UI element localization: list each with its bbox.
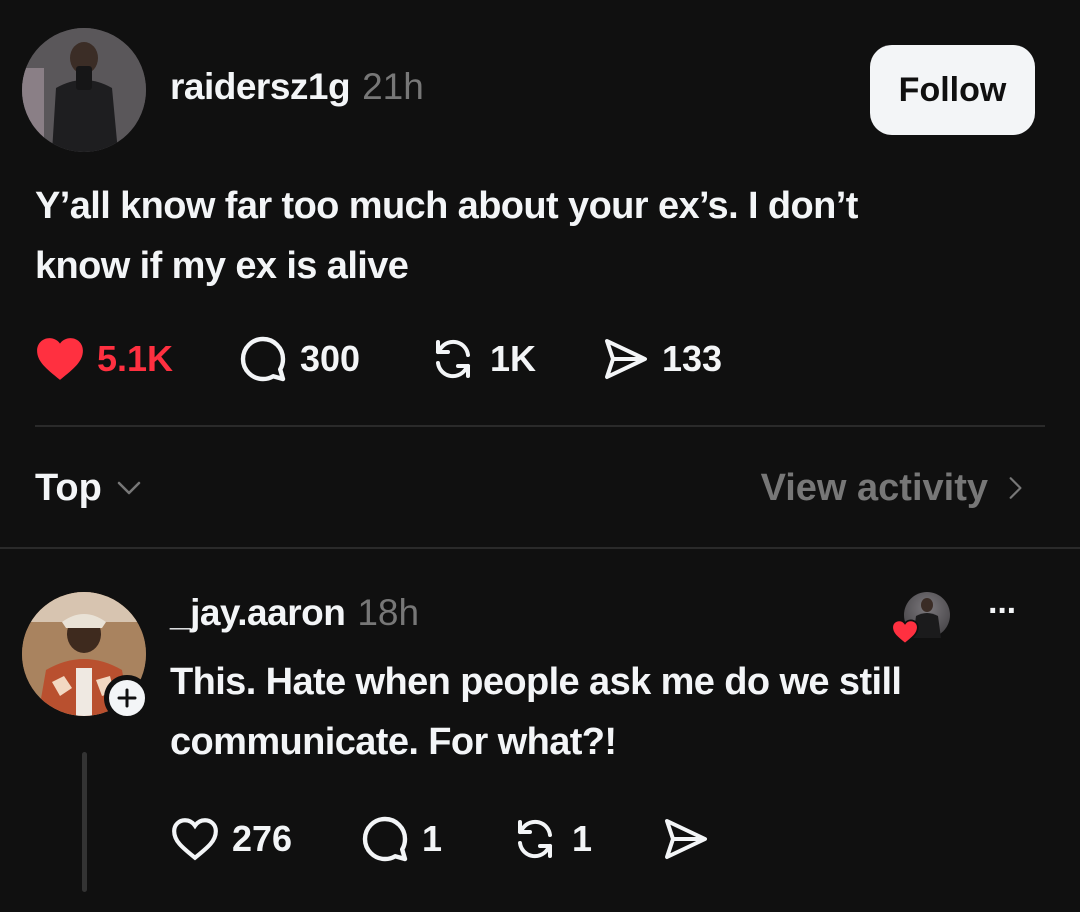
reply-author-line: _jay.aaron 18h (170, 592, 419, 640)
reply-comment-button[interactable]: 1 (360, 813, 442, 865)
reply-text: This. Hate when people ask me do we stil… (170, 652, 1050, 772)
section-divider (0, 547, 1080, 549)
like-count: 5.1K (97, 338, 174, 379)
post-username[interactable]: raidersz1g (170, 66, 351, 108)
reply-count: 300 (300, 338, 361, 379)
reply-repost-button[interactable]: 1 (510, 813, 592, 865)
reply-username[interactable]: _jay.aaron (170, 592, 346, 634)
chevron-down-icon (117, 481, 141, 495)
reply-share-button[interactable] (660, 813, 710, 865)
view-activity-label: View activity (760, 466, 988, 509)
follow-plus-button[interactable] (104, 675, 150, 721)
reply-repost-count: 1 (572, 818, 593, 859)
author-liked-heart (891, 619, 919, 645)
sort-dropdown[interactable]: Top (35, 462, 144, 514)
heart-outline-icon (172, 818, 218, 861)
repost-button[interactable]: 1K (428, 333, 536, 385)
reply-timestamp: 18h (357, 592, 420, 633)
chevron-right-icon (1009, 477, 1022, 499)
plus-icon (117, 688, 137, 708)
heart-filled-icon (891, 619, 919, 645)
post-text-line: Y’all know far too much about your ex’s.… (35, 185, 858, 227)
view-activity-link[interactable]: View activity (761, 462, 1028, 514)
sort-label: Top (35, 466, 102, 509)
post-timestamp: 21h (362, 66, 424, 107)
repost-icon (436, 339, 470, 379)
comment-icon (362, 816, 408, 862)
reply-like-button[interactable]: 276 (170, 813, 292, 865)
send-icon (665, 819, 707, 859)
reply-comment-count: 1 (422, 818, 443, 859)
like-button[interactable]: 5.1K (35, 333, 173, 385)
more-options-button[interactable]: ··· (988, 592, 1018, 640)
post-author-line: raidersz1g 21h (170, 66, 424, 114)
thread-line (82, 752, 87, 892)
post-divider (35, 425, 1045, 427)
post-text: Y’all know far too much about your ex’s.… (35, 176, 1045, 296)
follow-button[interactable]: Follow (870, 45, 1035, 135)
share-count: 133 (662, 338, 723, 379)
reply-text-line: This. Hate when people ask me do we stil… (170, 661, 902, 703)
reply-like-count: 276 (232, 818, 293, 859)
repost-count: 1K (490, 338, 537, 379)
avatar-photo (22, 28, 146, 152)
comment-icon (240, 336, 286, 382)
post-text-line: know if my ex is alive (35, 245, 409, 287)
reply-button[interactable]: 300 (238, 333, 360, 385)
author-avatar[interactable] (22, 28, 146, 152)
reply-text-line: communicate. For what?! (170, 721, 617, 763)
share-button[interactable]: 133 (600, 333, 722, 385)
send-icon (605, 339, 647, 379)
heart-filled-icon (37, 338, 83, 380)
repost-icon (518, 819, 552, 859)
